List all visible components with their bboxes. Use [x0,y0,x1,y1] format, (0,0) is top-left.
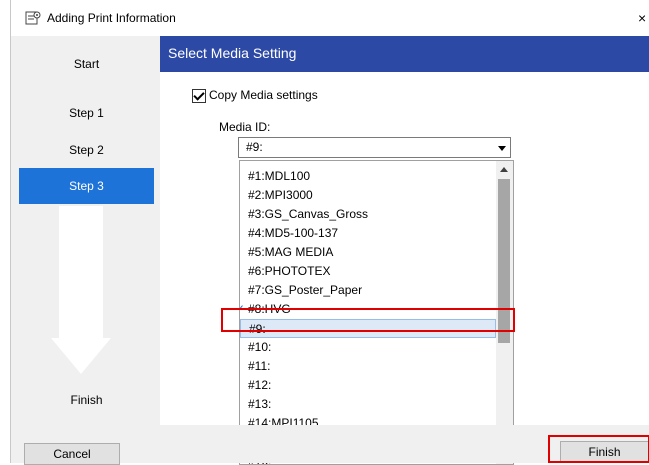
main-panel: Select Media Setting Copy Media settings… [160,36,649,465]
dropdown-option[interactable]: #5:MAG MEDIA [240,243,496,262]
media-id-value: #9: [246,140,263,154]
dropdown-option[interactable]: #2:MPI3000 [240,186,496,205]
close-icon[interactable]: × [638,10,649,26]
window-title: Adding Print Information [47,11,176,25]
dropdown-option[interactable]: #11: [240,357,496,376]
dropdown-option[interactable]: #13: [240,395,496,414]
dropdown-option[interactable]: #7:GS_Poster_Paper [240,281,496,300]
cancel-button[interactable]: Cancel [24,443,120,465]
adding-print-info-dialog: Adding Print Information × Start Step 1 … [10,0,649,465]
dropdown-option-label: #10: [248,340,272,354]
dropdown-option-label: #13: [248,397,272,411]
background-window-edge [0,0,10,463]
progress-arrow [59,206,103,344]
step-3: Step 3 [19,168,154,204]
dropdown-option-label: #2:MPI3000 [248,188,313,202]
section-header: Select Media Setting [160,36,649,72]
dropdown-option-label: #5:MAG MEDIA [248,245,334,259]
media-id-select[interactable]: #9: [238,137,511,158]
chevron-down-icon[interactable] [493,138,510,157]
dropdown-option-label: #4:MD5-100-137 [248,226,339,240]
dropdown-option-label: #1:MDL100 [248,169,311,183]
media-id-label: Media ID: [219,120,271,134]
step-2: Step 2 [69,143,104,157]
highlight-annotation-finish [548,435,649,463]
progress-arrow-head [51,338,111,374]
scroll-up-arrow-icon[interactable] [500,167,508,172]
dropdown-option-label: #12: [248,378,272,392]
highlight-annotation-option [221,308,515,332]
dropdown-option[interactable]: #4:MD5-100-137 [240,224,496,243]
copy-media-checkbox[interactable] [192,89,206,103]
dropdown-option-label: #3:GS_Canvas_Gross [248,207,369,221]
step-start: Start [73,57,100,71]
settings-icon [25,11,41,25]
dropdown-option[interactable]: #3:GS_Canvas_Gross [240,205,496,224]
wizard-steps-sidebar: Start Step 1 Step 2 Step 3 Finish [11,36,160,425]
dropdown-option[interactable]: #12: [240,376,496,395]
section-title: Select Media Setting [168,45,297,61]
dropdown-option-label: #11: [248,359,271,373]
dropdown-option[interactable]: #10: [240,338,496,357]
copy-media-label: Copy Media settings [209,88,318,102]
dropdown-option[interactable]: #6:PHOTOTEX [240,262,496,281]
step-finish: Finish [70,393,103,407]
dropdown-option-label: #6:PHOTOTEX [248,264,331,278]
title-bar: Adding Print Information × [11,0,649,36]
dropdown-option[interactable]: #1:MDL100 [240,167,496,186]
step-1: Step 1 [69,106,104,120]
dropdown-option-label: #7:GS_Poster_Paper [248,283,363,297]
